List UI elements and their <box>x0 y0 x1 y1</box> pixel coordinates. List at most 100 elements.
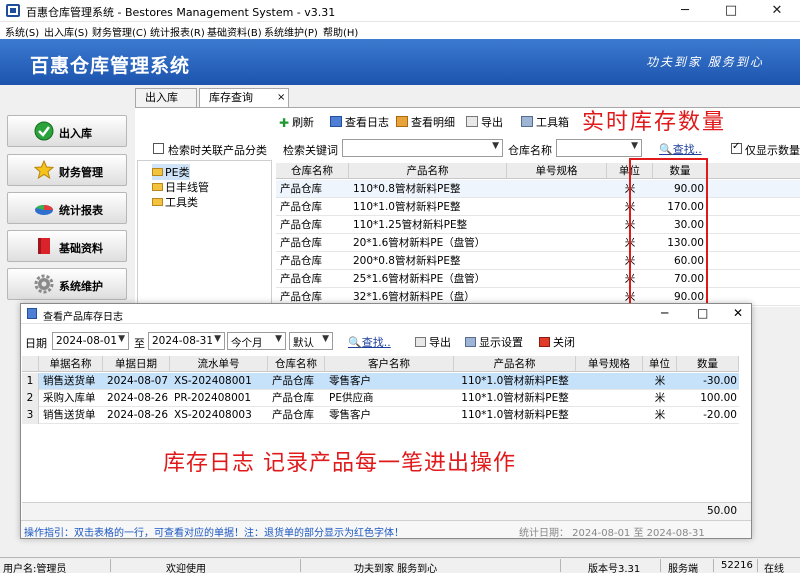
table-cell <box>507 234 607 252</box>
search-button[interactable]: 🔍查找.. <box>659 141 702 157</box>
column-header[interactable]: 数量 <box>677 356 739 372</box>
column-header[interactable]: 仓库名称 <box>268 356 325 372</box>
tree-node[interactable]: 工具类 <box>152 194 198 210</box>
refresh-icon: ✚ <box>279 116 290 130</box>
linked-category-checkbox[interactable] <box>153 143 164 154</box>
table-cell: 产品仓库 <box>280 183 322 195</box>
column-header[interactable]: 产品名称 <box>454 356 576 372</box>
column-header[interactable]: 产品名称 <box>349 163 507 179</box>
sidebar-item-finance[interactable]: 财务管理 <box>7 154 127 186</box>
dialog-close-icon[interactable]: ✕ <box>733 306 743 320</box>
chevron-down-icon: ▼ <box>214 334 221 344</box>
table-cell: 产品仓库 <box>280 237 322 249</box>
sidebar-item-reports[interactable]: 统计报表 <box>7 192 127 224</box>
hint-bar: 操作指引：双击表格的一行，可查看对应的单据！注：退货单的部分显示为红色字体！ 统… <box>21 520 751 539</box>
settings-icon <box>465 337 476 347</box>
view-log-button[interactable]: 查看日志 <box>330 114 389 130</box>
to-label: 至 <box>134 337 145 350</box>
export-icon <box>415 337 426 347</box>
column-header[interactable]: 单位 <box>643 356 677 372</box>
display-settings-button[interactable]: 显示设置 <box>465 334 523 350</box>
sort-select[interactable]: 默认 ▼ <box>289 332 333 350</box>
sidebar-item-maintenance[interactable]: 系统维护 <box>7 268 127 300</box>
view-detail-button[interactable]: 查看明细 <box>396 114 455 130</box>
table-cell: 零售客户 <box>329 375 371 387</box>
table-cell <box>507 252 607 270</box>
sidebar-item-label: 统计报表 <box>59 204 103 217</box>
sidebar-item-basic[interactable]: 基础资料 <box>7 230 127 262</box>
linked-category-label: 检索时关联产品分类 <box>168 144 267 157</box>
table-cell: 20*1.6管材新料PE（盘管） <box>353 237 486 249</box>
column-header[interactable]: 单据日期 <box>103 356 170 372</box>
window-titlebar: 百惠仓库管理系统 - Bestores Management System - … <box>0 0 800 22</box>
dialog-maximize-button[interactable]: □ <box>697 306 708 320</box>
toolbox-button[interactable]: 工具箱 <box>521 114 569 130</box>
table-cell: 产品仓库 <box>280 219 322 231</box>
folder-icon <box>152 168 163 176</box>
table-cell <box>507 198 607 216</box>
sidebar-item-inout[interactable]: 出入库 <box>7 115 127 147</box>
chevron-down-icon: ▼ <box>492 141 499 151</box>
minimize-button[interactable]: ─ <box>662 0 708 22</box>
warehouse-select[interactable]: ▼ <box>556 139 642 157</box>
close-button[interactable]: ✕ <box>754 0 800 22</box>
menu-maintenance[interactable]: 系统维护(P) <box>264 24 318 39</box>
dialog-minimize-button[interactable]: ─ <box>661 306 668 320</box>
table-cell: 110*1.0管材新料PE整 <box>461 409 569 421</box>
table-cell: 110*0.8管材新料PE整 <box>353 183 461 195</box>
close-icon <box>539 337 550 347</box>
date-from-input[interactable]: 2024-08-01 ▼ <box>52 332 129 350</box>
column-header[interactable]: 客户名称 <box>325 356 454 372</box>
table-cell: 110*1.0管材新料PE整 <box>461 375 569 387</box>
chevron-down-icon: ▼ <box>118 334 125 344</box>
dialog-search-button[interactable]: 🔍查找.. <box>348 334 391 350</box>
table-cell: 2024-08-07 <box>107 375 169 387</box>
operation-hint: 操作指引：双击表格的一行，可查看对应的单据！注：退货单的部分显示为红色字体！ <box>24 528 404 539</box>
column-header[interactable]: 仓库名称 <box>276 163 349 179</box>
column-header[interactable]: 单号规格 <box>576 356 643 372</box>
dialog-title: 查看产品库存日志 <box>43 312 123 323</box>
menu-help[interactable]: 帮助(H) <box>323 24 358 39</box>
column-header[interactable]: 流水单号 <box>170 356 268 372</box>
tab-inout[interactable]: 出入库 <box>135 88 197 108</box>
maximize-button[interactable]: □ <box>708 0 754 22</box>
row-number: 3 <box>22 407 39 424</box>
total-row: 50.00 <box>22 502 751 520</box>
table-cell: PR-202408001 <box>174 392 252 404</box>
menu-bar: 系统(S) 出入库(S) 财务管理(C) 统计报表(R) 基础资料(B) 系统维… <box>0 22 800 39</box>
table-cell <box>507 180 607 198</box>
tree-node[interactable]: PE类 <box>152 164 190 180</box>
annotation-stock-log: 库存日志 记录产品每一笔进出操作 <box>163 451 516 476</box>
menu-system[interactable]: 系统(S) <box>5 24 39 39</box>
show-qty-checkbox[interactable] <box>731 141 742 154</box>
menu-finance[interactable]: 财务管理(C) <box>92 24 147 39</box>
date-to-input[interactable]: 2024-08-31 ▼ <box>148 332 225 350</box>
tab-stock-query[interactable]: 库存查询 × <box>199 88 289 108</box>
total-quantity: 50.00 <box>706 505 737 517</box>
column-header <box>708 163 800 179</box>
export-icon <box>466 116 478 127</box>
star-icon <box>34 160 54 180</box>
table-cell <box>576 407 643 424</box>
menu-reports[interactable]: 统计报表(R) <box>150 24 205 39</box>
keyword-input[interactable]: ▼ <box>342 139 503 157</box>
dialog-close-button[interactable]: 关闭 <box>539 334 575 350</box>
search-icon: 🔍 <box>659 143 673 156</box>
row-number-header <box>22 356 39 372</box>
table-cell: 产品仓库 <box>280 201 322 213</box>
column-header[interactable]: 单号规格 <box>507 163 607 179</box>
house-icon <box>396 116 408 127</box>
column-header[interactable]: 单据名称 <box>39 356 103 372</box>
toolbox-icon <box>521 116 533 127</box>
tab-close-icon[interactable]: × <box>277 89 285 107</box>
export-button[interactable]: 导出 <box>466 114 503 130</box>
period-select[interactable]: 今个月 ▼ <box>227 332 286 350</box>
tree-node[interactable]: 日丰线管 <box>152 179 209 195</box>
dialog-export-button[interactable]: 导出 <box>415 334 451 350</box>
menu-basic[interactable]: 基础资料(B) <box>207 24 262 39</box>
menu-inout[interactable]: 出入库(S) <box>44 24 88 39</box>
status-bar: 用户名:管理员 欢迎使用 功夫到家 服务到心 版本号3.31 服务端 52216… <box>0 557 800 573</box>
table-cell <box>507 216 607 234</box>
refresh-button[interactable]: ✚ 刷新 <box>279 114 314 130</box>
table-cell: 产品仓库 <box>272 409 314 421</box>
